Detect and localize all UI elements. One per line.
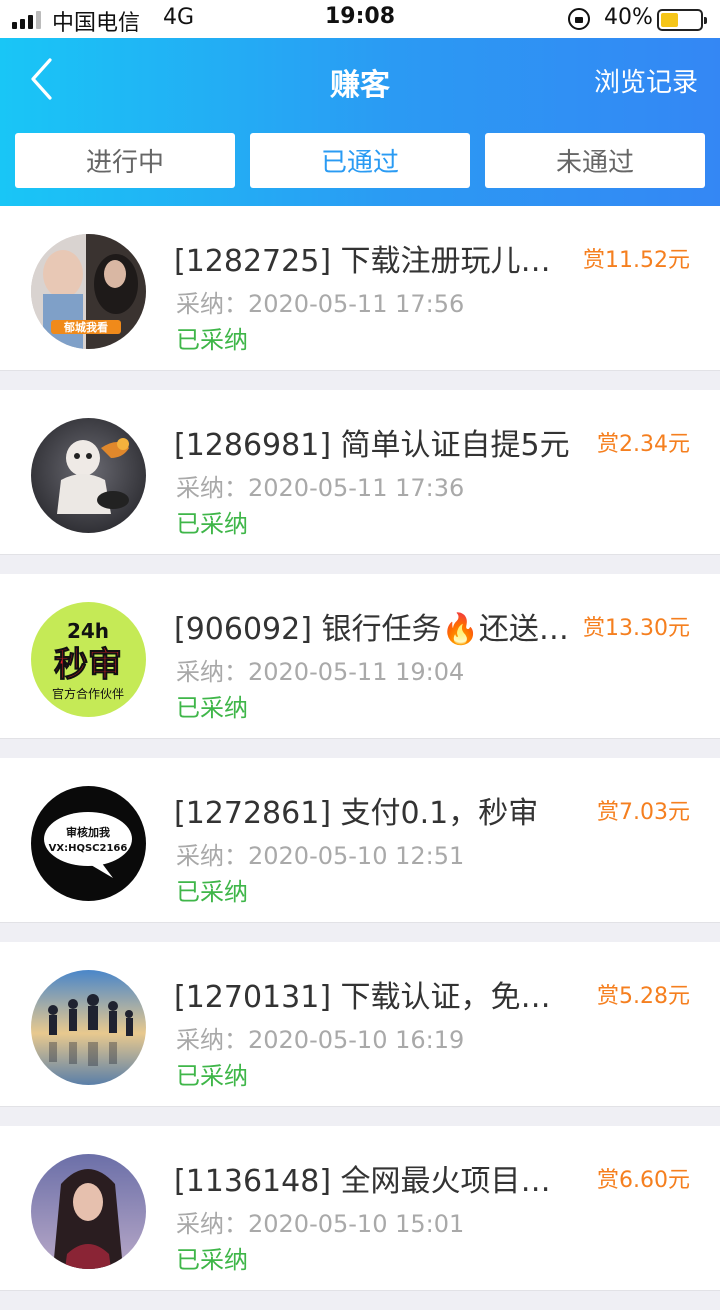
tab-in-progress[interactable]: 进行中 bbox=[15, 133, 235, 188]
list-item[interactable]: 郁城我看 [1282725] 下载注册玩儿到… 赏11.52元 采纳：2020-… bbox=[0, 206, 720, 371]
task-title: [1136148] 全网最火项目没… bbox=[174, 1164, 579, 1199]
avatar-caption: 郁城我看 bbox=[63, 320, 108, 334]
tab-bar: 进行中 已通过 未通过 bbox=[15, 133, 705, 188]
battery-icon bbox=[657, 9, 707, 31]
list-item[interactable]: 审核加我 VX:HQSC2166 [1272861] 支付0.1，秒审 赏7.0… bbox=[0, 758, 720, 923]
avatar: 审核加我 VX:HQSC2166 bbox=[31, 786, 146, 901]
status-label: 已采纳 bbox=[176, 878, 248, 906]
list-item[interactable]: 24h 秒审 官方合作伙伴 [906092] 银行任务🔥还送… 赏13.30元 … bbox=[0, 574, 720, 739]
tab-approved[interactable]: 已通过 bbox=[250, 133, 470, 188]
adopt-time: 采纳：2020-05-11 17:56 bbox=[176, 290, 465, 318]
avatar bbox=[31, 970, 146, 1085]
adopt-time: 采纳：2020-05-11 17:36 bbox=[176, 474, 465, 502]
list-item[interactable]: [1270131] 下载认证，免费… 赏5.28元 采纳：2020-05-10 … bbox=[0, 942, 720, 1107]
task-reward: 赏11.52元 bbox=[583, 248, 690, 273]
avatar-text-main: 秒审 bbox=[54, 645, 122, 685]
task-reward: 赏13.30元 bbox=[583, 616, 690, 641]
status-label: 已采纳 bbox=[176, 694, 248, 722]
task-title: [1270131] 下载认证，免费… bbox=[174, 980, 579, 1015]
task-reward: 赏6.60元 bbox=[597, 1168, 690, 1193]
task-list: 郁城我看 [1282725] 下载注册玩儿到… 赏11.52元 采纳：2020-… bbox=[0, 206, 720, 1310]
battery-percent: 40% bbox=[604, 5, 653, 30]
task-reward: 赏7.03元 bbox=[597, 800, 690, 825]
browse-history-link[interactable]: 浏览记录 bbox=[594, 62, 698, 99]
adopt-time: 采纳：2020-05-11 19:04 bbox=[176, 658, 465, 686]
status-label: 已采纳 bbox=[176, 326, 248, 354]
adopt-time: 采纳：2020-05-10 16:19 bbox=[176, 1026, 465, 1054]
avatar: 郁城我看 bbox=[31, 234, 146, 349]
orientation-lock-icon bbox=[568, 8, 590, 30]
adopt-time: 采纳：2020-05-10 12:51 bbox=[176, 842, 465, 870]
avatar-text-sub: 官方合作伙伴 bbox=[52, 686, 124, 701]
status-bar: 中国电信 4G 19:08 40% bbox=[0, 0, 720, 38]
list-item[interactable]: [1136148] 全网最火项目没… 赏6.60元 采纳：2020-05-10 … bbox=[0, 1126, 720, 1291]
avatar-text-24h: 24h bbox=[67, 619, 109, 643]
task-reward: 赏2.34元 bbox=[597, 432, 690, 457]
task-reward: 赏5.28元 bbox=[597, 984, 690, 1009]
avatar-text-line2: VX:HQSC2166 bbox=[49, 843, 128, 854]
adopt-time: 采纳：2020-05-10 15:01 bbox=[176, 1210, 465, 1238]
tab-rejected[interactable]: 未通过 bbox=[485, 133, 705, 188]
avatar bbox=[31, 1154, 146, 1269]
avatar bbox=[31, 418, 146, 533]
status-label: 已采纳 bbox=[176, 1246, 248, 1274]
task-title: [1286981] 简单认证自提5元 bbox=[174, 428, 570, 463]
task-title: [1282725] 下载注册玩儿到… bbox=[174, 244, 579, 279]
header: 赚客 浏览记录 进行中 已通过 未通过 bbox=[0, 38, 720, 206]
task-title: [906092] 银行任务🔥还送… bbox=[174, 612, 569, 647]
status-label: 已采纳 bbox=[176, 510, 248, 538]
avatar: 24h 秒审 官方合作伙伴 bbox=[31, 602, 146, 717]
avatar-text-line1: 审核加我 bbox=[66, 825, 110, 839]
status-label: 已采纳 bbox=[176, 1062, 248, 1090]
list-item[interactable]: [1286981] 简单认证自提5元 赏2.34元 采纳：2020-05-11 … bbox=[0, 390, 720, 555]
task-title: [1272861] 支付0.1，秒审 bbox=[174, 796, 539, 831]
